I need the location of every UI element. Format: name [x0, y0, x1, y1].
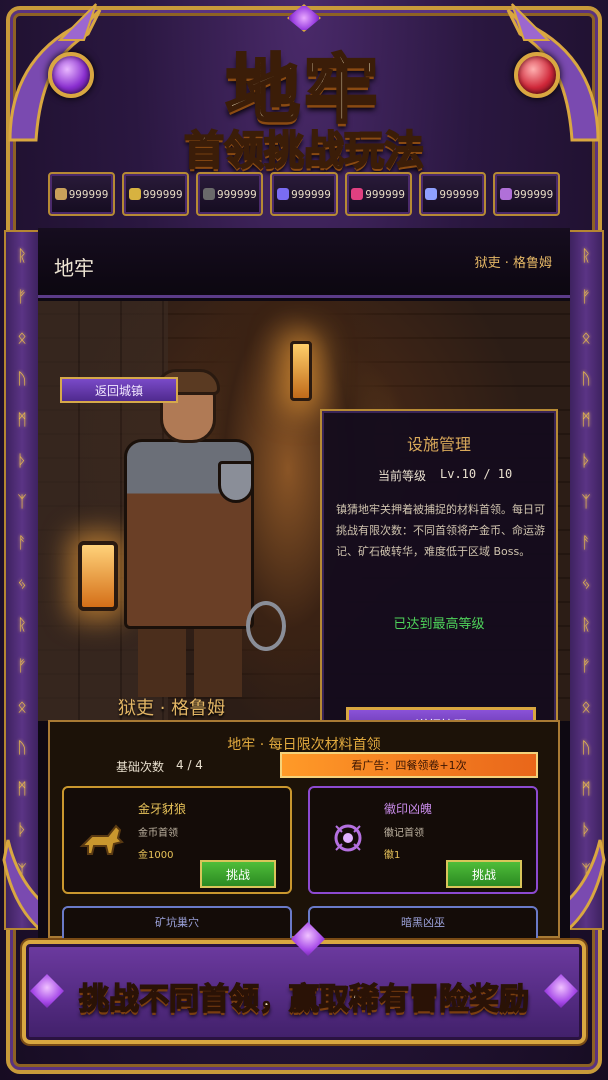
currency-chip[interactable]: 999999: [122, 172, 190, 216]
character-legs: [138, 621, 242, 697]
jailer-character: [68, 361, 308, 701]
rune-glyph: ᚨ: [17, 533, 27, 552]
currency-chip[interactable]: 999999: [48, 172, 116, 216]
challenge-button[interactable]: 挑战: [200, 860, 276, 888]
currency-chip[interactable]: 999999: [270, 172, 338, 216]
rune-glyph: ᚠ: [581, 656, 591, 675]
game-screen: 地牢 狱吏 · 格鲁姆 狱吏 · 格鲁姆 返回城镇 设施管理 当前等级 Lv.1…: [38, 228, 570, 938]
right-rune-rail: ᚱᚠᛟᚢᛗᚦᛉᚨᛃᚱᚠᛟᚢᛗᚦᛉ: [568, 230, 604, 930]
rune-glyph: ᛟ: [17, 697, 27, 716]
challenge-panel: 地牢 · 每日限次材料首领 基础次数 4 / 4 看广告：四餐领卷+1次 金牙豺…: [48, 720, 560, 938]
boss-name: 徽印凶魄: [384, 802, 433, 816]
rune-glyph: ᚢ: [17, 738, 27, 757]
left-rune-rail: ᚱᚠᛟᚢᛗᚦᛉᚨᛃᚱᚠᛟᚢᛗᚦᛉ: [4, 230, 40, 930]
coin-pouch-icon: [54, 188, 67, 200]
spirit-icon: [334, 824, 362, 852]
boss-card-jackal: 金牙豺狼 金币首领 金1000 挑战: [62, 786, 292, 894]
screen-header: 地牢 狱吏 · 格鲁姆: [38, 228, 570, 298]
currency-value: 999999: [365, 187, 405, 201]
screen-npc-label: 狱吏 · 格鲁姆: [474, 256, 552, 271]
currency-chip[interactable]: 999999: [344, 172, 412, 216]
rune-glyph: ᛟ: [581, 697, 591, 716]
rune-glyph: ᛗ: [581, 410, 591, 429]
boss-card-spirit: 徽印凶魄 徽记首领 徽1 挑战: [308, 786, 538, 894]
dungeon-scene: 狱吏 · 格鲁姆 返回城镇 设施管理 当前等级 Lv.10 / 10 镇猜地牢关…: [38, 301, 570, 771]
npc-name: 狱吏 · 格鲁姆: [118, 698, 226, 719]
held-lantern-icon: [78, 541, 118, 611]
rune-glyph: ᚠ: [581, 287, 591, 306]
currency-value: 999999: [68, 187, 109, 201]
rune-glyph: ᚦ: [581, 451, 591, 470]
currency-bar: 999999 999999 999999 999999 999999 999999 9999…: [46, 172, 562, 220]
rune-glyph: ᛟ: [17, 328, 27, 347]
challenge-button[interactable]: 挑战: [446, 860, 522, 888]
currency-value: 999999: [291, 187, 331, 201]
rune-glyph: ᚱ: [581, 615, 591, 634]
facility-title: 设施管理: [406, 435, 471, 454]
jackal-icon: [79, 824, 124, 855]
boss-card-peek[interactable]: 暗黑凶巫: [308, 906, 538, 938]
ore-icon: [202, 188, 215, 200]
feather-icon: [351, 188, 364, 200]
challenge-count-value: 4 / 4: [176, 758, 203, 772]
rune-glyph: ᚢ: [17, 369, 27, 388]
scroll-icon: [425, 188, 438, 200]
rune-glyph: ᚦ: [17, 451, 27, 470]
boss-name: 金牙豺狼: [138, 802, 187, 816]
promo-banner: 挑战不同首领，赢取稀有冒险奖励: [22, 922, 586, 1044]
rune-glyph: ᚠ: [17, 287, 27, 306]
currency-value: 999999: [513, 187, 554, 201]
rune-glyph: ᛟ: [581, 328, 591, 347]
currency-chip[interactable]: 999999: [418, 172, 486, 216]
rune-glyph: ᚠ: [17, 656, 27, 675]
back-to-town-button[interactable]: 返回城镇: [60, 377, 178, 403]
boss-card-peek[interactable]: 矿坑巢穴: [62, 906, 292, 938]
currency-chip[interactable]: 999999: [196, 172, 264, 216]
facility-description: 镇猜地牢关押着被捕捉的材料首领。每日可挑战有限次数：不同首领将产金币、命运游记、…: [336, 503, 545, 558]
currency-value: 999999: [439, 187, 480, 201]
facility-panel: 设施管理 当前等级 Lv.10 / 10 镇猜地牢关押着被捕捉的材料首领。每日可…: [320, 409, 558, 771]
shield-crest-icon: [218, 461, 254, 503]
facility-level-value: Lv.10 / 10: [440, 467, 513, 481]
boss-type: 徽记首领: [384, 828, 424, 839]
rune-glyph: ᛗ: [17, 410, 27, 429]
promo-banner-text: 挑战不同首领，赢取稀有冒险奖励: [78, 981, 530, 1018]
watch-ad-button[interactable]: 看广告：四餐领卷+1次: [280, 752, 538, 778]
boss-type: 金币首领: [138, 828, 178, 839]
boss-reward: 金1000: [138, 850, 174, 861]
rune-glyph: ᛗ: [17, 779, 27, 798]
rune-glyph: ᚱ: [17, 615, 27, 634]
rune-glyph: ᚱ: [581, 246, 591, 265]
rune-glyph: ᛉ: [17, 492, 27, 511]
rune-glyph: ᚢ: [581, 369, 591, 388]
currency-value: 999999: [216, 187, 257, 201]
rune-glyph: ᚨ: [581, 533, 591, 552]
rune-glyph: ᛃ: [17, 574, 27, 593]
boss-reward: 徽1: [384, 850, 401, 861]
key-ring-icon: [246, 601, 286, 651]
rune-glyph: ᛉ: [581, 492, 591, 511]
rune-glyph: ᛃ: [581, 574, 591, 593]
currency-value: 999999: [142, 187, 183, 201]
rune-icon: [499, 188, 512, 200]
rune-glyph: ᚱ: [17, 246, 27, 265]
facility-level-label: 当前等级: [378, 469, 427, 483]
facility-max-status: 已达到最高等级: [393, 617, 485, 632]
gold-pile-icon: [128, 188, 141, 200]
rune-glyph: ᛗ: [581, 779, 591, 798]
challenge-count-label: 基础次数: [116, 760, 165, 774]
rune-glyph: ᚢ: [581, 738, 591, 757]
crystal-icon: [277, 188, 290, 200]
currency-chip[interactable]: 999999: [492, 172, 560, 216]
screen-title: 地牢: [54, 256, 94, 280]
challenge-title: 地牢 · 每日限次材料首领: [227, 737, 381, 753]
headline-subtitle: 首领挑战玩法: [183, 127, 425, 175]
